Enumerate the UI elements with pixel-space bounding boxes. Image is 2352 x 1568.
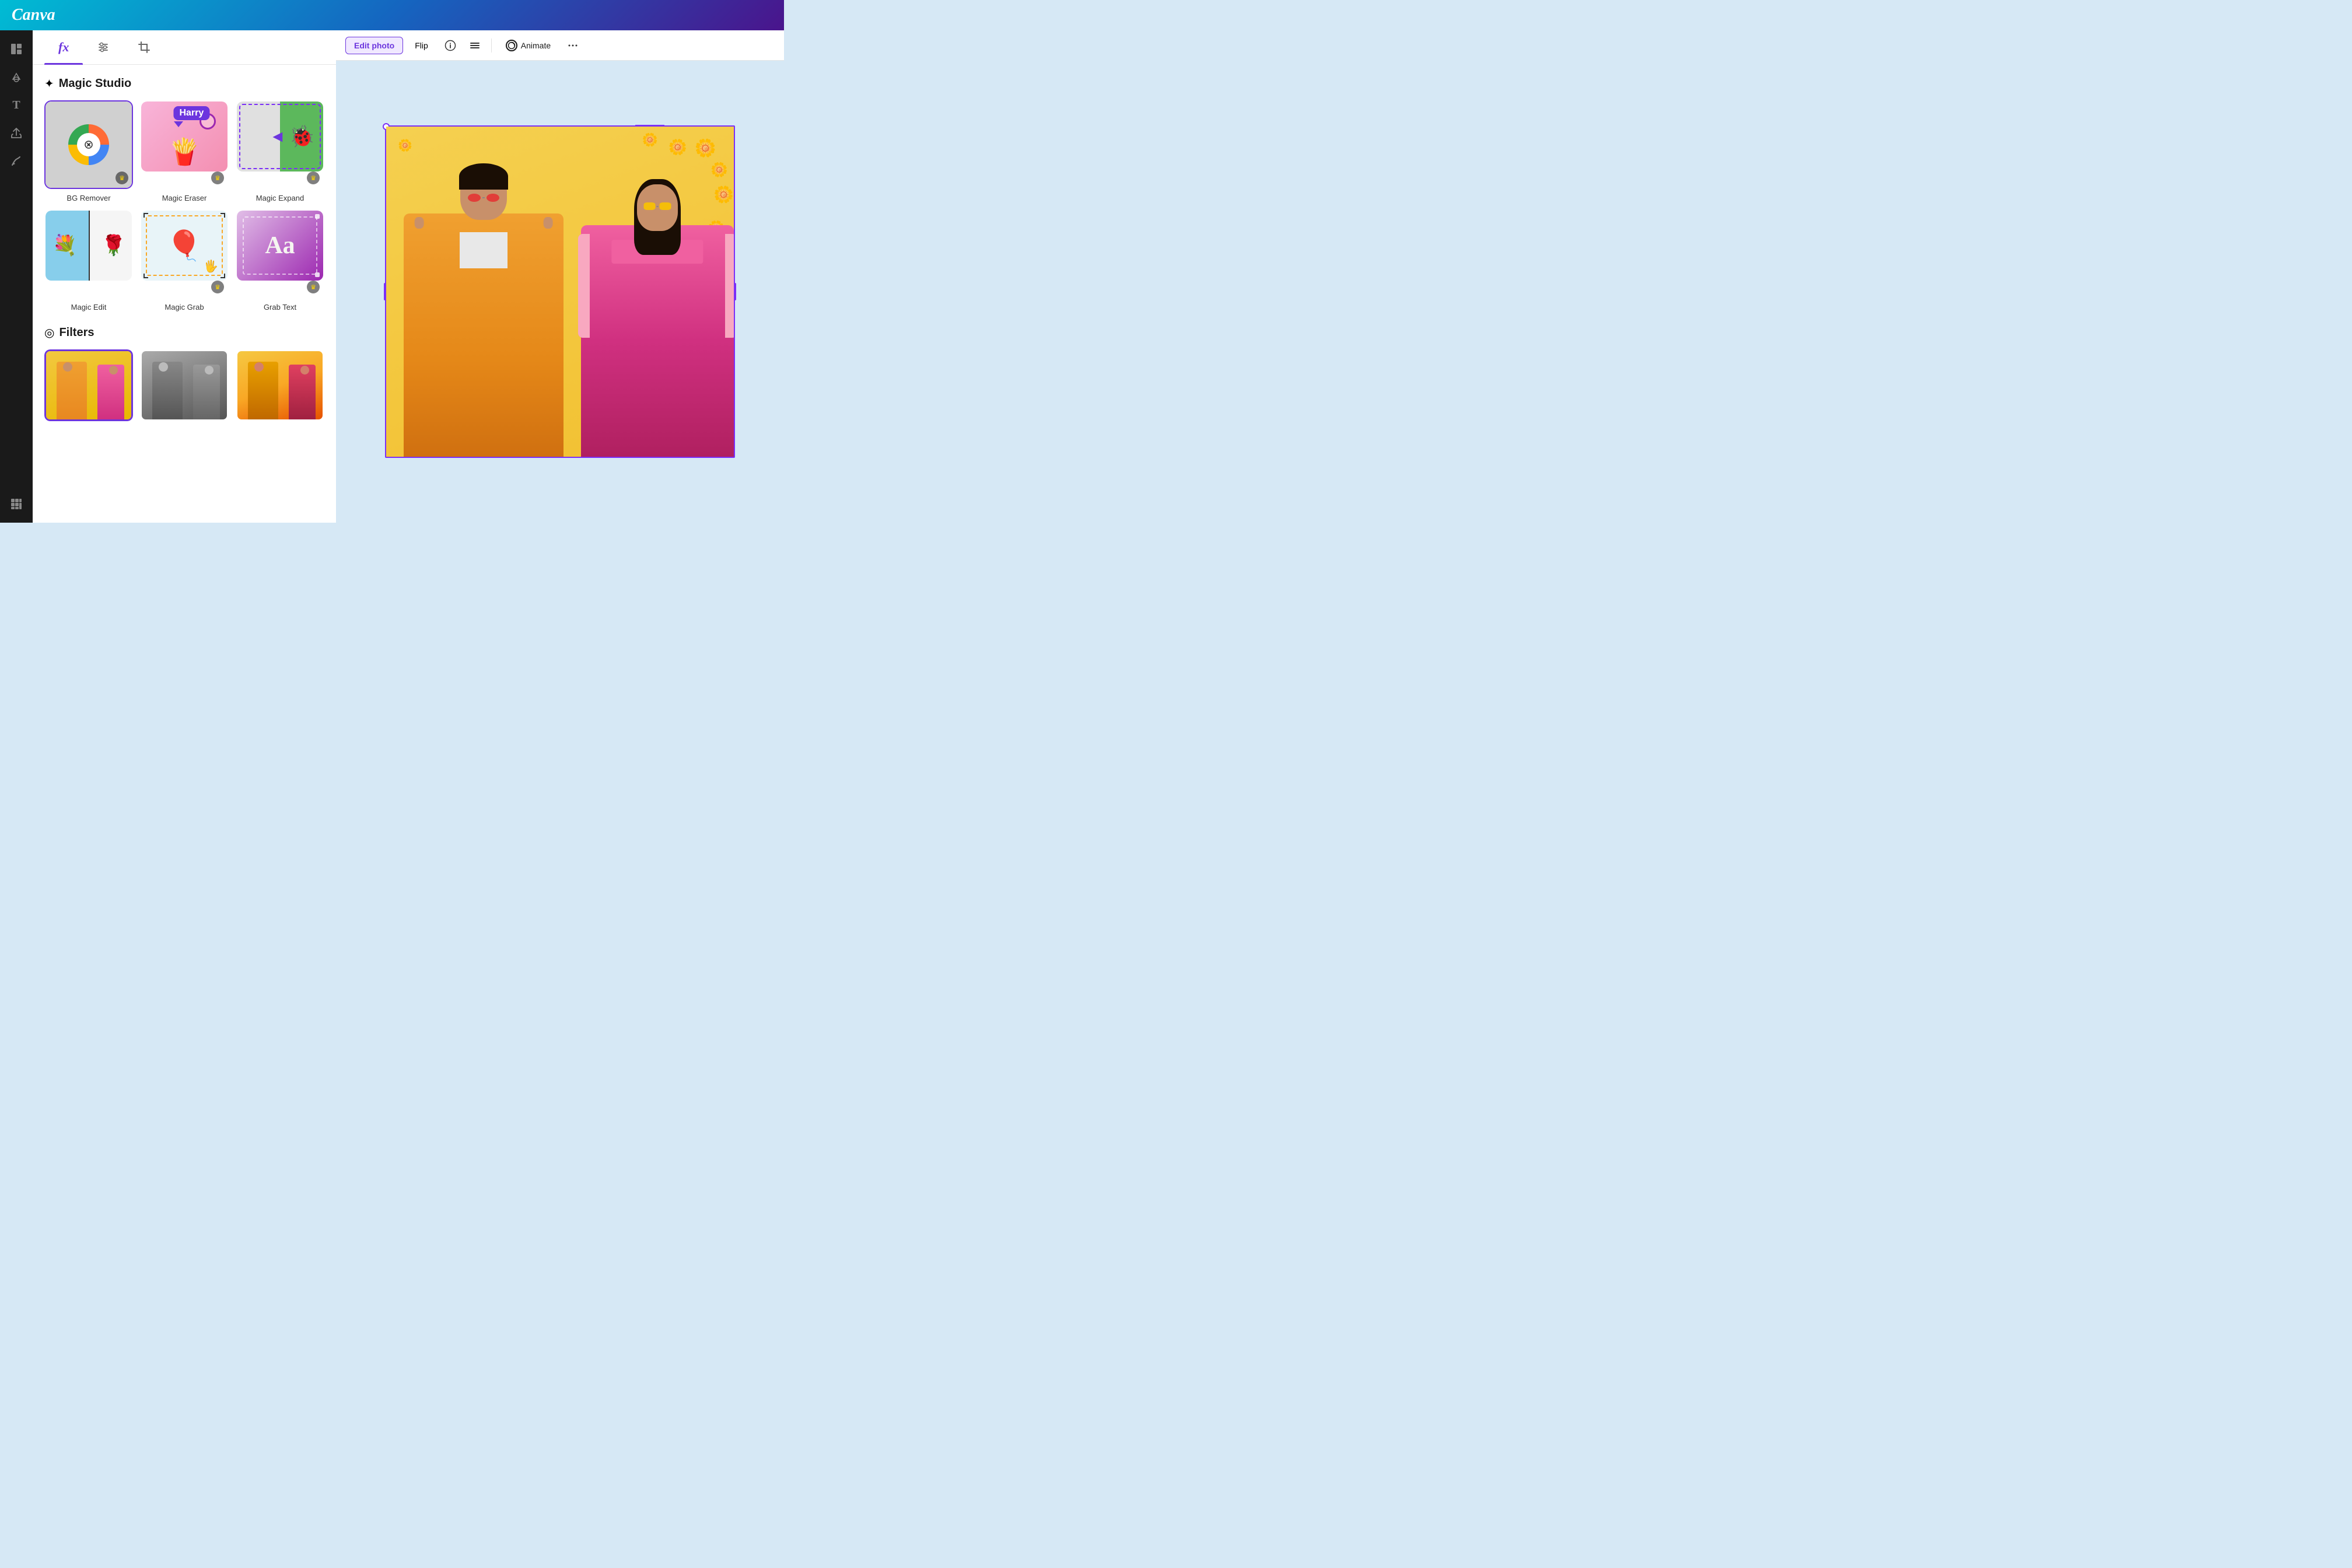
tool-magic-grab[interactable]: 🎈 🖐 ♛ Magic Grab [140,209,229,312]
filter-bw[interactable] [140,349,229,421]
tool-magic-expand[interactable]: ◄ 🐞 ♛ Magic Expand [236,100,324,202]
panel-content: ✦ Magic Studio ♛ [33,65,336,523]
toolbar-divider [491,38,492,52]
filters-grid [44,349,324,421]
tool-magic-edit-thumb: 💐 🌹 [44,209,133,298]
tool-magic-expand-label: Magic Expand [256,194,304,202]
photo-frame[interactable]: 🌼 🌼 🌼 🌼 🌼 🌼 🌼 [385,125,735,458]
figure-male [404,153,564,457]
crown-badge-magic-expand: ♛ [307,172,320,184]
tool-magic-eraser[interactable]: Harry 🍟 ♛ Magic Eraser [140,100,229,202]
crop-icon [138,41,150,54]
more-options-button[interactable] [562,35,583,56]
photo-selection-wrapper: 🌼 🌼 🌼 🌼 🌼 🌼 🌼 [385,125,735,458]
tool-grab-text[interactable]: Aa ♛ Grab Text [236,209,324,312]
flower-tr2: 🌼 [668,138,687,156]
crown-badge-grab-text: ♛ [307,281,320,293]
canvas-area: Edit photo Flip Animate [336,30,784,523]
tab-adjust[interactable] [83,30,124,64]
flower-tl: 🌼 [398,138,412,153]
filter-warm[interactable] [236,349,324,421]
sidebar-item-apps[interactable] [5,492,28,516]
tab-fx[interactable]: fx [44,30,83,64]
header: Canva [0,0,784,30]
flower-tr: 🌼 [695,138,716,159]
filter-original[interactable] [44,349,133,421]
tool-magic-grab-label: Magic Grab [164,303,204,312]
sidebar: T [0,30,33,523]
filters-header: ◎ Filters [44,326,324,340]
magic-studio-header: ✦ Magic Studio [44,76,324,91]
canva-logo: Canva [12,6,55,24]
tool-magic-edit-label: Magic Edit [71,303,107,312]
sidebar-item-text[interactable]: T [5,93,28,117]
magic-studio-icon: ✦ [44,76,54,91]
panel-tabs: fx [33,30,336,65]
animate-label: Animate [521,41,551,50]
harry-bubble: Harry [173,106,209,120]
main-area: T [0,30,784,523]
crown-badge-magic-grab: ♛ [211,281,224,293]
edit-photo-button[interactable]: Edit photo [345,37,403,54]
photo-content: 🌼 🌼 🌼 🌼 🌼 🌼 🌼 [386,127,734,457]
info-button[interactable] [440,35,461,56]
crown-badge-bg-remover: ♛ [116,172,128,184]
tool-grab-text-thumb: Aa ♛ [236,209,324,298]
tool-magic-grab-thumb: 🎈 🖐 ♛ [140,209,229,298]
flip-button[interactable]: Flip [407,37,436,54]
position-button[interactable] [464,35,485,56]
tool-magic-expand-thumb: ◄ 🐞 ♛ [236,100,324,189]
tool-magic-eraser-thumb: Harry 🍟 ♛ [140,100,229,189]
tool-bg-remover[interactable]: ♛ BG Remover [44,100,133,202]
adjust-icon [97,41,110,54]
tab-fx-label: fx [58,40,69,55]
tools-grid: ♛ BG Remover Harry 🍟 ♛ [44,100,324,312]
crown-badge-magic-eraser: ♛ [211,172,224,184]
tool-grab-text-label: Grab Text [264,303,296,312]
panel: fx [33,30,336,523]
canvas-content: 🌼 🌼 🌼 🌼 🌼 🌼 🌼 [336,61,784,523]
tab-crop[interactable] [124,30,164,64]
tool-bg-remover-label: BG Remover [66,194,110,202]
sidebar-item-draw[interactable] [5,149,28,173]
magic-studio-title: Magic Studio [59,77,131,90]
flower-tr4: 🌼 [642,132,658,148]
tool-bg-remover-thumb: ♛ [44,100,133,189]
tool-magic-edit[interactable]: 💐 🌹 Magic Edit [44,209,133,312]
figure-female [581,160,734,457]
animate-icon [506,40,517,51]
filters-icon: ◎ [44,326,54,340]
sidebar-item-layout[interactable] [5,37,28,61]
toolbar: Edit photo Flip Animate [336,30,784,61]
tool-magic-eraser-label: Magic Eraser [162,194,207,202]
filters-title: Filters [59,326,94,340]
sidebar-item-uploads[interactable] [5,121,28,145]
animate-button[interactable]: Animate [498,36,559,55]
sidebar-item-elements[interactable] [5,65,28,89]
